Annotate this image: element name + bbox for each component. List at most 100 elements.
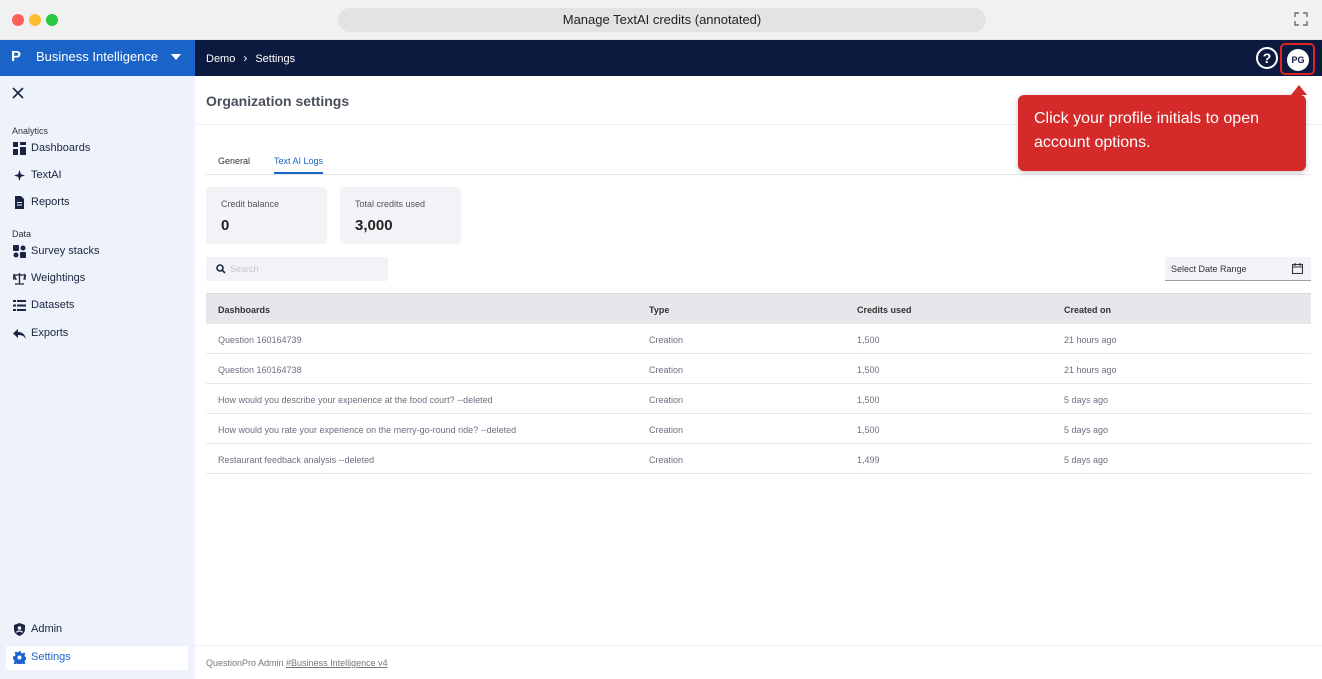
dashboard-icon <box>13 142 26 155</box>
sidebar-item-settings[interactable]: Settings <box>6 646 188 670</box>
footer-label: QuestionPro Admin <box>206 658 287 668</box>
brand-logo: P <box>11 48 22 65</box>
product-name: Business Intelligence <box>36 49 159 64</box>
card-label: Total credits used <box>355 199 426 209</box>
card-value: 3,000 <box>355 217 393 234</box>
total-credits-card: Total credits used 3,000 <box>340 187 461 244</box>
sidebar-item-reports[interactable]: Reports <box>6 191 188 215</box>
search-input[interactable] <box>206 257 388 281</box>
cell-created: 5 days ago <box>1064 425 1109 435</box>
calendar-icon <box>1292 263 1303 274</box>
cell-credits: 1,500 <box>857 365 880 375</box>
window-title: Manage TextAI credits (annotated) <box>338 8 986 32</box>
sidebar-item-datasets[interactable]: Datasets <box>6 294 188 318</box>
fullscreen-icon[interactable] <box>1294 12 1308 26</box>
chevron-down-icon <box>171 54 181 60</box>
cell-dashboard: How would you rate your experience on th… <box>218 425 517 435</box>
breadcrumb-demo[interactable]: Demo <box>206 53 235 65</box>
sidebar-item-admin[interactable]: Admin <box>6 618 188 642</box>
cell-type: Creation <box>649 425 684 435</box>
table-row[interactable]: Restaurant feedback analysis --deleted C… <box>206 444 1311 474</box>
card-value: 0 <box>221 217 230 234</box>
footer-text: QuestionPro Admin #Business Intelligence… <box>206 658 388 668</box>
sidebar-item-exports[interactable]: Exports <box>6 322 188 346</box>
scale-icon <box>13 273 26 285</box>
export-icon <box>13 329 26 339</box>
cell-created: 5 days ago <box>1064 455 1109 465</box>
help-button[interactable]: ? <box>1256 47 1278 69</box>
search-icon <box>216 264 226 274</box>
sidebar-item-textai[interactable]: TextAI <box>6 164 188 188</box>
credit-balance-card: Credit balance 0 <box>206 187 327 244</box>
section-label-analytics: Analytics <box>12 126 49 136</box>
sidebar: Analytics Dashboards TextAI Reports Data… <box>0 76 195 679</box>
tab-general[interactable]: General <box>218 156 250 172</box>
column-header-credits-used[interactable]: Credits used <box>857 305 912 315</box>
cell-created: 21 hours ago <box>1064 335 1117 345</box>
table-row[interactable]: How would you rate your experience on th… <box>206 414 1311 444</box>
date-range-label: Select Date Range <box>1171 264 1247 274</box>
cell-credits: 1,499 <box>857 455 880 465</box>
close-window-button[interactable] <box>12 14 24 26</box>
cell-type: Creation <box>649 455 684 465</box>
page-footer: QuestionPro Admin #Business Intelligence… <box>195 645 1322 679</box>
chevron-right-icon: › <box>243 51 248 65</box>
annotation-callout: Click your profile initials to open acco… <box>1018 95 1306 171</box>
cell-dashboard: How would you describe your experience a… <box>218 395 493 405</box>
sidebar-item-label: Weightings <box>31 272 86 284</box>
sidebar-item-weightings[interactable]: Weightings <box>6 267 188 291</box>
table-header: Dashboards Type Credits used Created on <box>206 293 1311 324</box>
text-ai-logs-table: Dashboards Type Credits used Created on … <box>206 293 1311 474</box>
table-row[interactable]: Question 160164738 Creation 1,500 21 hou… <box>206 354 1311 384</box>
cell-dashboard: Question 160164739 <box>218 335 302 345</box>
cell-type: Creation <box>649 335 684 345</box>
card-label: Credit balance <box>221 199 280 209</box>
sparkle-icon <box>14 170 25 181</box>
gear-icon <box>13 651 26 664</box>
column-header-created-on[interactable]: Created on <box>1064 305 1111 315</box>
sidebar-item-dashboards[interactable]: Dashboards <box>6 137 188 161</box>
list-icon <box>13 300 26 311</box>
sidebar-item-label: TextAI <box>31 169 62 181</box>
shield-icon <box>14 623 25 636</box>
tab-text-ai-logs[interactable]: Text AI Logs <box>274 156 324 174</box>
date-range-picker[interactable]: Select Date Range <box>1165 257 1311 281</box>
cell-created: 21 hours ago <box>1064 365 1117 375</box>
footer-version-link[interactable]: #Business Intelligence v4 <box>286 658 388 668</box>
sidebar-item-label: Survey stacks <box>31 245 100 257</box>
table-row[interactable]: Question 160164739 Creation 1,500 21 hou… <box>206 324 1311 354</box>
section-label-data: Data <box>12 229 32 239</box>
sidebar-item-label: Admin <box>31 623 63 635</box>
sidebar-item-label: Settings <box>31 651 71 663</box>
sidebar-item-label: Dashboards <box>31 142 91 154</box>
column-header-dashboards[interactable]: Dashboards <box>218 305 270 315</box>
cell-dashboard: Restaurant feedback analysis --deleted <box>218 455 375 465</box>
table-row[interactable]: How would you describe your experience a… <box>206 384 1311 414</box>
cell-credits: 1,500 <box>857 425 880 435</box>
page-title: Organization settings <box>206 93 350 109</box>
product-switcher[interactable]: P Business Intelligence <box>0 40 195 76</box>
close-icon[interactable] <box>11 86 25 100</box>
annotation-arrow <box>1291 85 1307 95</box>
cell-created: 5 days ago <box>1064 395 1109 405</box>
cell-credits: 1,500 <box>857 395 880 405</box>
cell-type: Creation <box>649 395 684 405</box>
cell-type: Creation <box>649 365 684 375</box>
sidebar-item-label: Reports <box>31 196 70 208</box>
top-app-bar: P Business Intelligence Demo › Settings ? … <box>0 40 1322 76</box>
minimize-window-button[interactable] <box>29 14 41 26</box>
window-titlebar: Manage TextAI credits (annotated) <box>0 0 1322 40</box>
breadcrumb: Demo › Settings <box>206 51 295 65</box>
cell-credits: 1,500 <box>857 335 880 345</box>
sidebar-item-survey-stacks[interactable]: Survey stacks <box>6 240 188 264</box>
sidebar-item-label: Exports <box>31 327 69 339</box>
profile-avatar-button[interactable]: PG <box>1287 49 1309 71</box>
maximize-window-button[interactable] <box>46 14 58 26</box>
stack-icon <box>13 245 26 258</box>
sidebar-item-label: Datasets <box>31 299 75 311</box>
cell-dashboard: Question 160164738 <box>218 365 302 375</box>
breadcrumb-settings: Settings <box>255 53 296 65</box>
report-icon <box>15 196 24 209</box>
avatar-highlight: PG <box>1280 43 1315 75</box>
column-header-type[interactable]: Type <box>649 305 669 315</box>
